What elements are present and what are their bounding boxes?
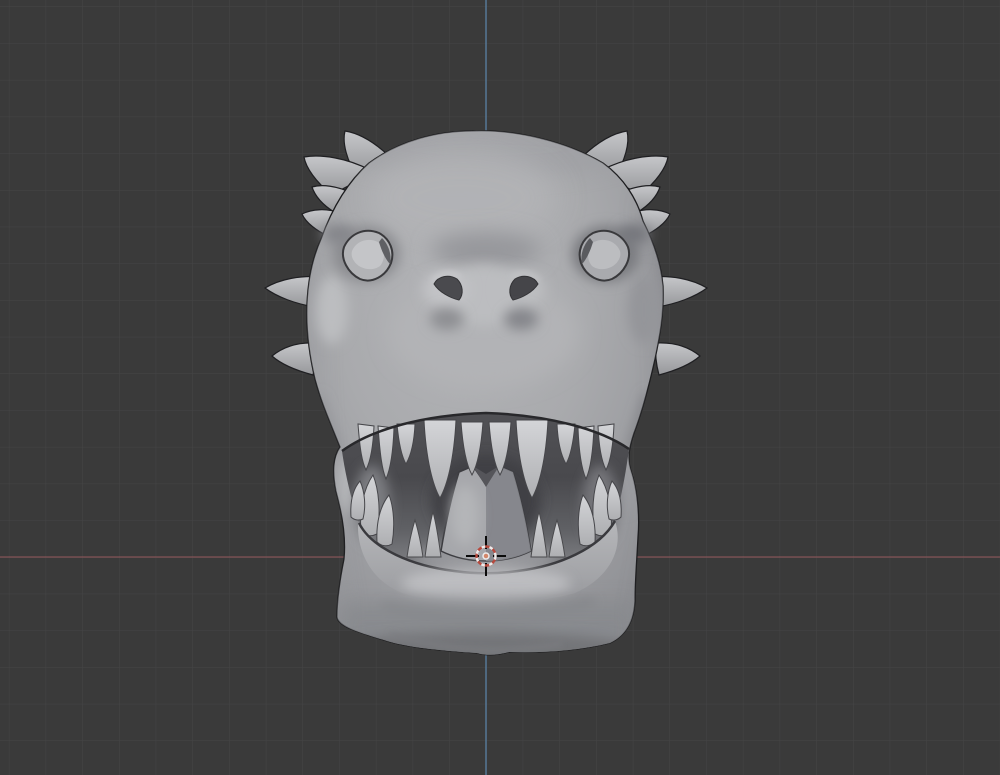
highlight-cheek-left [316,276,348,344]
highlight-cheek-right [628,276,660,344]
highlight-forehead [367,150,557,246]
tongue-highlight [451,485,479,545]
shade-brow-bridge [431,232,541,268]
3d-viewport[interactable] [0,0,1000,775]
viewport-canvas[interactable] [0,0,1000,775]
3d-cursor-dot [482,552,490,560]
nostril-dent-right [504,308,538,330]
nostril-dent-left [430,308,464,330]
nose [423,265,545,330]
